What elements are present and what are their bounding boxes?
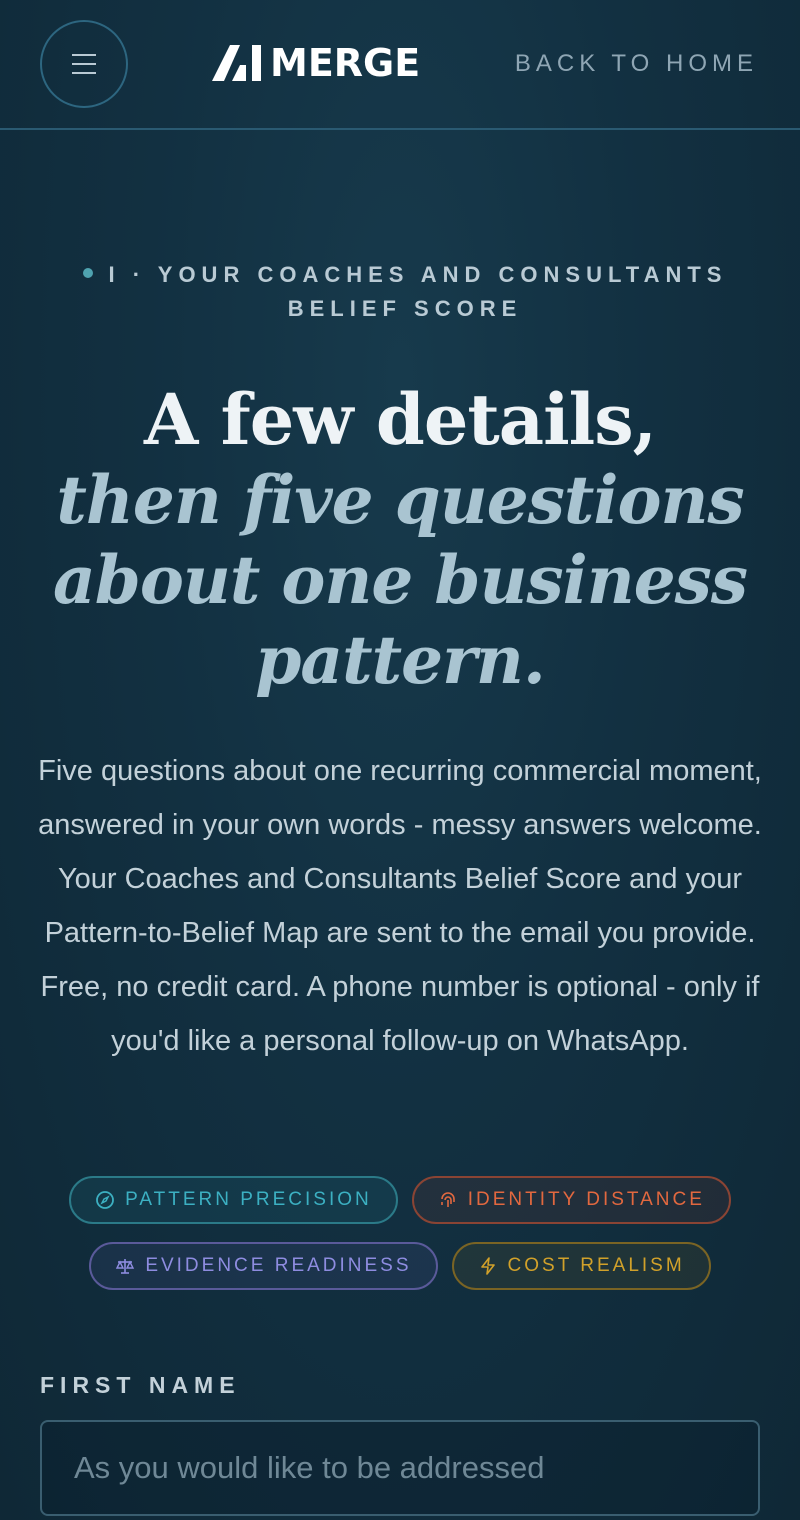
intro-description: Five questions about one recurring comme… (38, 755, 762, 1057)
dimension-tags: PATTERN PRECISION IDENTITY DISTANCE EVID… (0, 1176, 800, 1308)
logo-text: MERGE (270, 41, 421, 85)
fingerprint-icon (440, 1192, 455, 1207)
lightning-icon (480, 1257, 495, 1275)
title-line-2: then five questions (56, 461, 744, 539)
logo[interactable]: MERGE (210, 40, 420, 86)
tag-cost-realism: COST REALISM (451, 1242, 711, 1290)
tag-pattern-precision: PATTERN PRECISION (69, 1176, 398, 1224)
tag-identity-distance: IDENTITY DISTANCE (411, 1176, 731, 1224)
title-line-1: A few details, (143, 378, 657, 461)
tag-label: PATTERN PRECISION (125, 1189, 372, 1210)
tag-label: IDENTITY DISTANCE (467, 1189, 705, 1210)
eyebrow-line-2: BELIEF SCORE (287, 296, 523, 321)
tag-label: COST REALISM (507, 1255, 685, 1276)
title-line-3: about one business (52, 541, 748, 619)
tag-row-2: EVIDENCE READINESS COST REALISM (0, 1242, 800, 1290)
site-header: MERGE BACK TO HOME (0, 0, 800, 130)
back-to-home-link[interactable]: BACK TO HOME (515, 50, 758, 78)
first-name-label: FIRST NAME (40, 1372, 241, 1398)
eyebrow-text-1: I · YOUR COACHES AND CONSULTANTS (108, 262, 728, 287)
tag-row-1: PATTERN PRECISION IDENTITY DISTANCE (0, 1176, 800, 1224)
eyebrow: I · YOUR COACHES AND CONSULTANTS BELIEF … (60, 258, 750, 326)
first-name-input[interactable] (40, 1420, 760, 1516)
compass-icon (96, 1191, 114, 1209)
eyebrow-line-1: I · YOUR COACHES AND CONSULTANTS (60, 258, 750, 292)
title-line-4: pattern. (255, 621, 546, 699)
bullet-dot-icon (82, 268, 93, 279)
hamburger-icon (72, 54, 96, 74)
scales-icon (116, 1259, 135, 1274)
logo-mark-icon (212, 45, 261, 81)
tag-label: EVIDENCE READINESS (145, 1255, 412, 1276)
page-title: A few details, then five questions about… (40, 380, 760, 700)
menu-button[interactable] (40, 20, 128, 108)
tag-evidence-readiness: EVIDENCE READINESS (89, 1242, 438, 1290)
